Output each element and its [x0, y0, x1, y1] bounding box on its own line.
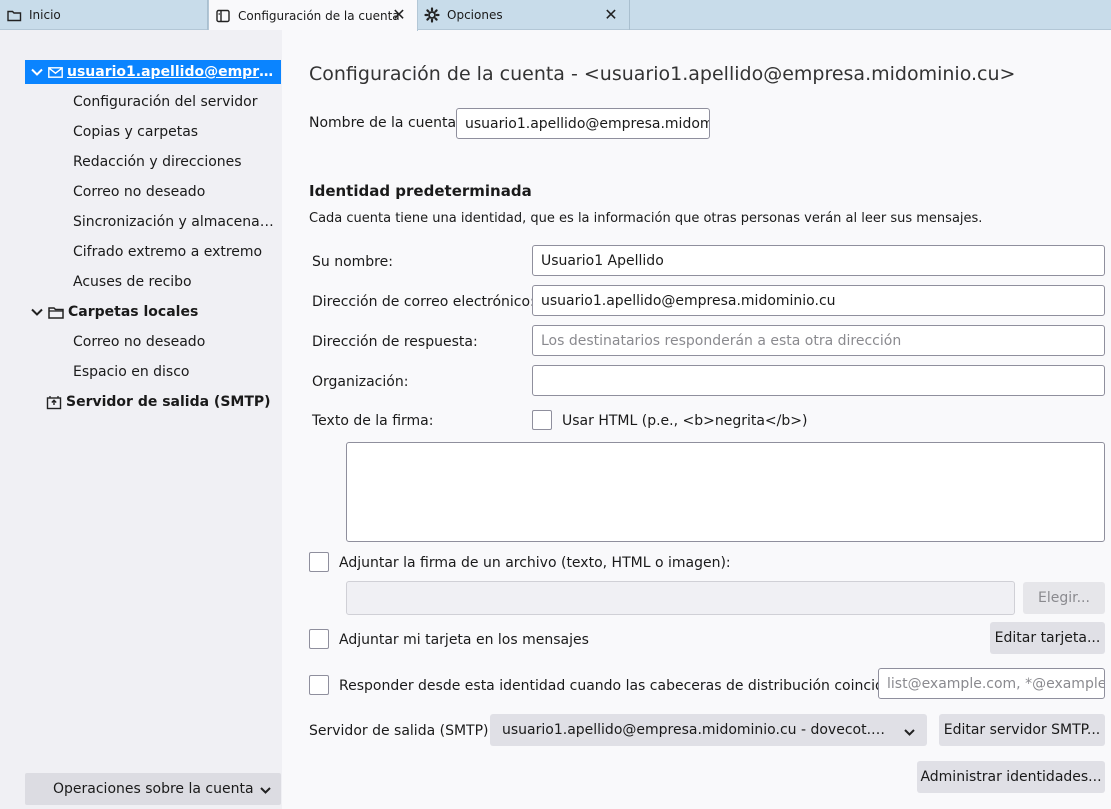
identity-heading: Identidad predeterminada	[309, 182, 532, 200]
chevron-down-icon	[904, 724, 915, 740]
edit-card-button[interactable]: Editar tarjeta...	[990, 622, 1105, 654]
sidebar-item-disk-space[interactable]: Espacio en disco	[73, 360, 189, 384]
signature-label: Texto de la firma:	[312, 413, 434, 429]
smtp-select-value: usuario1.apellido@empresa.midominio.cu -…	[502, 722, 887, 738]
name-input[interactable]: Usuario1 Apellido	[532, 245, 1105, 276]
email-input[interactable]: usuario1.apellido@empresa.midominio.cu	[532, 285, 1105, 316]
account-tree-sidebar: usuario1.apellido@empresa.midominio.cu C…	[0, 30, 282, 809]
organization-input[interactable]	[532, 365, 1105, 396]
manage-identities-button[interactable]: Administrar identidades...	[917, 761, 1105, 793]
account-label: usuario1.apellido@empresa.midominio.cu	[67, 64, 279, 80]
account-operations-button[interactable]: Operaciones sobre la cuenta	[25, 773, 281, 805]
sidebar-item-receipts[interactable]: Acuses de recibo	[73, 270, 192, 294]
folder-icon	[6, 7, 22, 23]
identity-description: Cada cuenta tiene una identidad, que es …	[309, 211, 983, 226]
account-settings-pane: Configuración de la cuenta - <usuario1.a…	[282, 30, 1111, 809]
sidebar-item-smtp[interactable]: Servidor de salida (SMTP)	[44, 390, 271, 414]
folder-icon	[48, 304, 64, 320]
chevron-down-icon[interactable]	[30, 305, 44, 319]
account-name-input[interactable]: usuario1.apellido@empresa.midominio.cu	[456, 108, 710, 139]
reply-from-checkbox[interactable]	[309, 675, 329, 695]
reply-from-input[interactable]: list@example.com, *@example.com	[878, 668, 1105, 699]
attach-signature-label: Adjuntar la firma de un archivo (texto, …	[339, 555, 731, 571]
tab-options[interactable]: Opciones ✕	[418, 0, 630, 30]
organization-label: Organización:	[312, 374, 409, 390]
tab-label: Inicio	[29, 8, 61, 22]
email-label: Dirección de correo electrónico:	[312, 294, 535, 310]
reply-to-label: Dirección de respuesta:	[312, 334, 478, 350]
gear-icon	[424, 7, 440, 23]
outbox-icon	[46, 394, 62, 410]
tab-bar: Inicio Configuración de la cuenta ✕ Opci…	[0, 0, 1111, 31]
tab-label: Opciones	[447, 8, 503, 22]
attach-vcard-checkbox[interactable]	[309, 629, 329, 649]
account-settings-icon	[215, 8, 231, 24]
sidebar-item-server-settings[interactable]: Configuración del servidor	[73, 90, 258, 114]
account-name-label: Nombre de la cuenta:	[309, 115, 461, 131]
close-icon[interactable]: ✕	[603, 7, 619, 23]
tab-inicio[interactable]: Inicio	[0, 0, 208, 30]
use-html-label: Usar HTML (p.e., <b>negrita</b>)	[562, 413, 808, 429]
attach-vcard-label: Adjuntar mi tarjeta en los mensajes	[339, 632, 589, 648]
chevron-down-icon	[260, 782, 271, 798]
reply-from-label: Responder desde esta identidad cuando la…	[339, 678, 907, 694]
name-label: Su nombre:	[312, 254, 393, 270]
mail-icon	[47, 64, 63, 80]
use-html-checkbox[interactable]	[532, 410, 552, 430]
close-icon[interactable]: ✕	[391, 7, 407, 23]
chevron-down-icon[interactable]	[30, 65, 44, 79]
sidebar-item-sync[interactable]: Sincronización y almacenamiento	[73, 210, 279, 234]
tab-label: Configuración de la cuenta	[238, 8, 400, 23]
signature-textarea[interactable]	[346, 442, 1105, 542]
page-title: Configuración de la cuenta - <usuario1.a…	[309, 63, 1016, 85]
sidebar-item-copies-folders[interactable]: Copias y carpetas	[73, 120, 198, 144]
sidebar-item-local-junk[interactable]: Correo no deseado	[73, 330, 205, 354]
smtp-select[interactable]: usuario1.apellido@empresa.midominio.cu -…	[490, 714, 927, 746]
signature-file-input[interactable]	[346, 581, 1015, 615]
sidebar-item-local-folders[interactable]: Carpetas locales	[30, 300, 198, 324]
tab-account-settings[interactable]: Configuración de la cuenta ✕	[208, 0, 418, 31]
sidebar-item-junk[interactable]: Correo no deseado	[73, 180, 205, 204]
smtp-label: Servidor de salida (SMTP):	[309, 723, 494, 739]
sidebar-item-e2e[interactable]: Cifrado extremo a extremo	[73, 240, 262, 264]
sidebar-item-composition[interactable]: Redacción y direcciones	[73, 150, 242, 174]
reply-to-input[interactable]: Los destinatarios responderán a esta otr…	[532, 325, 1105, 356]
edit-smtp-button[interactable]: Editar servidor SMTP...	[939, 714, 1105, 746]
attach-signature-checkbox[interactable]	[309, 552, 329, 572]
choose-file-button[interactable]: Elegir...	[1023, 582, 1105, 614]
sidebar-item-account[interactable]: usuario1.apellido@empresa.midominio.cu	[25, 60, 281, 84]
